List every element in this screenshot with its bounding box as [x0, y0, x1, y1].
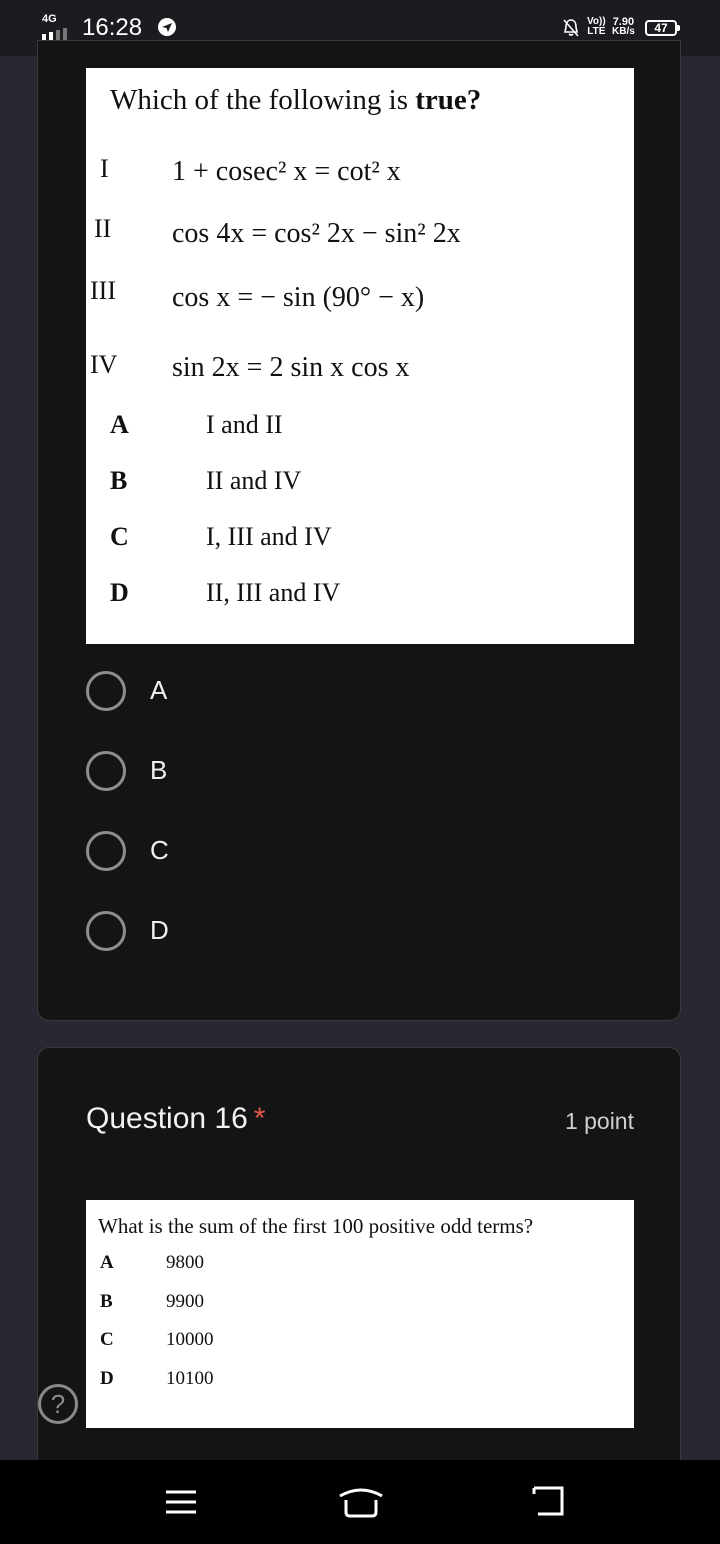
question-image: Which of the following is true? I 1 + co…	[86, 68, 634, 644]
option-letter: A	[110, 410, 129, 439]
statement-text: sin 2x = 2 sin x cos x	[172, 352, 410, 383]
radio-label: A	[150, 675, 168, 705]
option-letter: B	[100, 1291, 113, 1312]
question-title-text: Question 16	[86, 1102, 248, 1135]
help-icon[interactable]: ?	[38, 1384, 78, 1424]
radio-button[interactable]	[86, 911, 126, 951]
option-letter: A	[100, 1252, 114, 1273]
question-prompt: What is the sum of the first 100 positiv…	[98, 1214, 534, 1238]
battery-icon: 47	[645, 20, 680, 36]
option-value: 10000	[166, 1329, 214, 1350]
option-letter: C	[100, 1329, 114, 1350]
statement-number: I	[100, 154, 109, 183]
prompt-bold-text: true?	[415, 84, 482, 116]
option-value: 10100	[166, 1368, 214, 1389]
volte-indicator: Vo)) LTE	[587, 17, 606, 37]
clock: 16:28	[82, 14, 143, 41]
radio-option-b[interactable]: B	[86, 751, 386, 791]
statement-text: cos x = − sin (90° − x)	[172, 282, 425, 313]
statement-number: IV	[90, 350, 118, 379]
radio-option-a[interactable]: A	[86, 671, 386, 711]
radio-button[interactable]	[86, 671, 126, 711]
statement-number: III	[90, 276, 116, 305]
radio-button[interactable]	[86, 831, 126, 871]
back-icon[interactable]	[516, 1482, 566, 1522]
radio-option-c[interactable]: C	[86, 831, 386, 871]
option-text: II, III and IV	[206, 578, 341, 607]
signal-icon	[42, 28, 67, 40]
question-title: Question 16 *	[86, 1102, 265, 1136]
radio-label: C	[150, 835, 169, 865]
required-mark: *	[253, 1102, 266, 1135]
network-speed: 7.90 KB/s	[612, 17, 635, 37]
option-text: II and IV	[206, 466, 302, 495]
option-value: 9800	[166, 1252, 204, 1273]
radio-label: B	[150, 755, 168, 785]
option-letter: B	[110, 466, 128, 495]
option-letter: D	[110, 578, 129, 607]
network-type: 4G	[42, 13, 57, 25]
statement-number: II	[94, 214, 112, 243]
option-letter: D	[100, 1368, 114, 1389]
option-value: 9900	[166, 1291, 204, 1312]
recent-apps-icon[interactable]	[156, 1482, 206, 1522]
statement-text: 1 + cosec² x = cot² x	[172, 156, 401, 187]
navigation-bar	[0, 1460, 720, 1544]
question-points: 1 point	[564, 1108, 634, 1134]
question-image: What is the sum of the first 100 positiv…	[86, 1200, 634, 1428]
silent-bell-icon	[563, 19, 579, 37]
speed-unit: KB/s	[612, 26, 635, 37]
radio-label: D	[150, 915, 169, 945]
statement-text: cos 4x = cos² 2x − sin² 2x	[172, 218, 461, 249]
option-text: I and II	[206, 410, 283, 439]
telegram-icon	[158, 18, 176, 36]
option-text: I, III and IV	[206, 522, 332, 551]
radio-option-d[interactable]: D	[86, 911, 386, 951]
option-letter: C	[110, 522, 129, 551]
radio-button[interactable]	[86, 751, 126, 791]
home-icon[interactable]	[336, 1482, 386, 1522]
lte-label: LTE	[587, 26, 606, 37]
prompt-text: Which of the following is	[110, 84, 416, 116]
question-prompt: Which of the following is true?	[110, 84, 481, 117]
